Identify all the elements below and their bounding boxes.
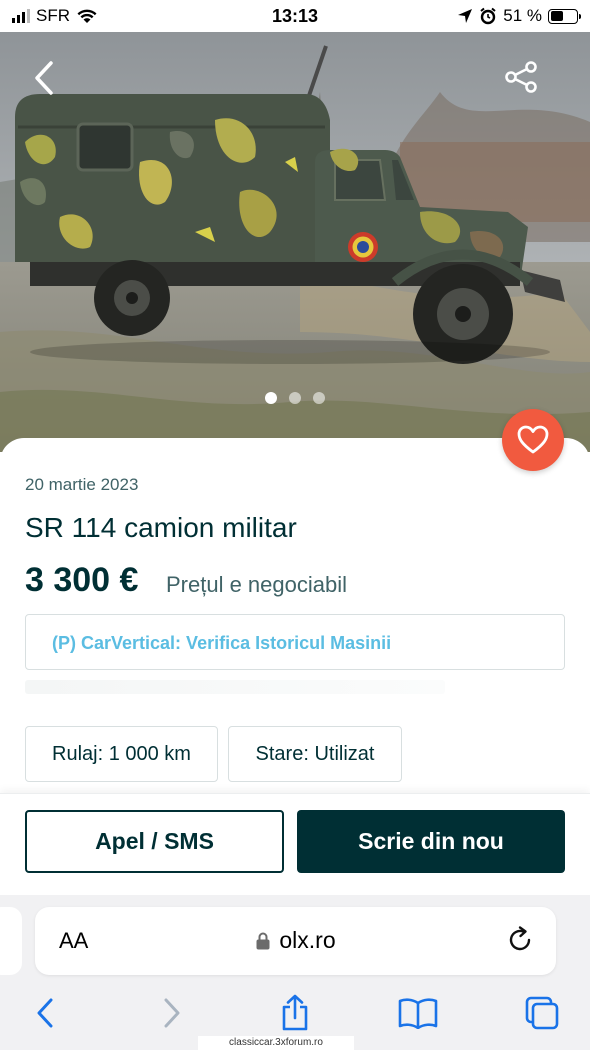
back-chevron-icon <box>35 61 53 95</box>
browser-forward-button[interactable] <box>152 993 192 1033</box>
forward-icon <box>164 998 180 1028</box>
gallery-dot[interactable] <box>265 392 277 404</box>
browser-back-button[interactable] <box>25 993 65 1033</box>
share-button[interactable] <box>500 56 542 98</box>
call-sms-button[interactable]: Apel / SMS <box>25 810 284 873</box>
wifi-icon <box>77 9 97 23</box>
battery-percent: 51 % <box>503 6 542 25</box>
tabs-icon <box>525 996 559 1030</box>
carvertical-link[interactable]: (P) CarVertical: Verifica Istoricul Masi… <box>52 633 391 654</box>
signal-icon <box>12 9 30 23</box>
previous-tab-peek[interactable] <box>0 907 22 975</box>
favorite-button[interactable] <box>502 409 564 471</box>
promo-banner[interactable]: (P) CarVertical: Verifica Istoricul Masi… <box>25 614 565 670</box>
price-negotiable-note: Prețul e negociabil <box>166 572 348 597</box>
share-icon <box>505 61 537 93</box>
mileage-chip: Rulaj: 1 000 km <box>25 726 218 782</box>
battery-icon <box>548 8 581 24</box>
back-button[interactable] <box>24 58 64 98</box>
back-icon <box>37 998 53 1028</box>
gallery-dot[interactable] <box>289 392 301 404</box>
url-text: olx.ro <box>279 927 336 953</box>
gallery-pagination <box>0 392 590 404</box>
browser-chrome: AA olx.ro <box>0 895 590 1050</box>
tabs-button[interactable] <box>522 993 562 1033</box>
bookmarks-icon <box>398 998 438 1029</box>
photo-gallery[interactable] <box>0 32 590 452</box>
listing-title: SR 114 camion militar <box>25 512 297 543</box>
reload-icon[interactable] <box>505 925 535 955</box>
location-arrow-icon <box>458 9 473 23</box>
gallery-dot[interactable] <box>313 392 325 404</box>
write-message-button[interactable]: Scrie din nou <box>297 810 565 873</box>
alarm-icon <box>480 7 496 25</box>
faded-text-placeholder <box>25 680 445 694</box>
listing-date: 20 martie 2023 <box>25 475 139 494</box>
listing-price: 3 300 € <box>25 561 139 599</box>
share-icon <box>282 994 308 1031</box>
address-bar[interactable]: AA olx.ro <box>35 907 556 975</box>
condition-chip: Stare: Utilizat <box>228 726 402 782</box>
lock-icon <box>256 932 270 949</box>
status-bar: SFR 13:13 51 % <box>0 0 590 32</box>
watermark: classiccar.3xforum.ro <box>198 1036 354 1050</box>
browser-share-button[interactable] <box>275 993 315 1033</box>
contact-action-bar: Apel / SMS Scrie din nou <box>0 793 590 895</box>
heart-icon <box>517 425 549 454</box>
bookmarks-button[interactable] <box>398 993 438 1033</box>
carrier-name: SFR <box>36 6 70 25</box>
